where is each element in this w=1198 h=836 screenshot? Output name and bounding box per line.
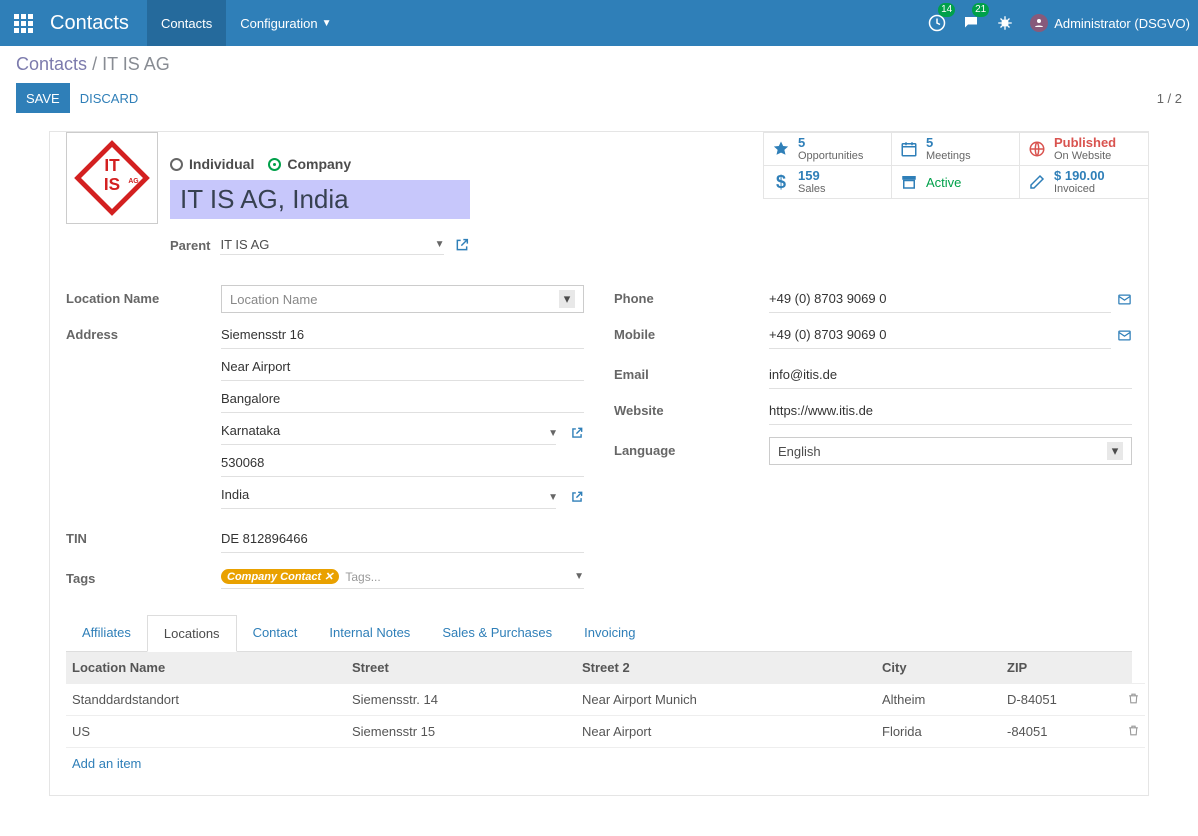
chevron-down-icon: ▾ xyxy=(559,290,575,308)
delete-row-button[interactable] xyxy=(1121,684,1145,716)
form-sheet: IT IS AG Individual Company IT IS AG, In… xyxy=(49,131,1149,796)
tab-internal-notes[interactable]: Internal Notes xyxy=(313,615,426,651)
label-phone: Phone xyxy=(614,285,769,306)
globe-icon xyxy=(1028,140,1046,158)
th-city[interactable]: City xyxy=(876,652,1001,684)
external-link-icon[interactable] xyxy=(570,426,584,440)
user-menu[interactable]: Administrator (DSGVO) xyxy=(1022,0,1198,46)
add-item-link[interactable]: Add an item xyxy=(66,748,1132,779)
debug-button[interactable] xyxy=(988,0,1022,46)
email-input[interactable] xyxy=(769,361,1132,389)
parent-label: Parent xyxy=(170,238,210,253)
company-name-input[interactable]: IT IS AG, India xyxy=(170,180,470,219)
radio-icon xyxy=(268,158,281,171)
stat-published[interactable]: PublishedOn Website xyxy=(1020,132,1148,165)
breadcrumb-root[interactable]: Contacts xyxy=(16,54,87,74)
company-image[interactable]: IT IS AG xyxy=(66,132,158,224)
save-button[interactable]: SAVE xyxy=(16,83,70,113)
bug-icon xyxy=(996,14,1014,32)
radio-company[interactable]: Company xyxy=(268,156,351,172)
svg-text:IS: IS xyxy=(104,174,120,194)
action-row: SAVE DISCARD 1 / 2 xyxy=(0,75,1198,125)
th-street[interactable]: Street xyxy=(346,652,576,684)
close-icon[interactable]: ✕ xyxy=(324,570,333,583)
tab-sales-purchases[interactable]: Sales & Purchases xyxy=(426,615,568,651)
breadcrumb: Contacts / IT IS AG xyxy=(16,54,170,75)
label-email: Email xyxy=(614,361,769,382)
app-title: Contacts xyxy=(46,12,147,35)
discuss-button[interactable]: 21 xyxy=(954,0,988,46)
stat-buttons: 5Opportunities 5Meetings PublishedOn Web… xyxy=(763,132,1148,199)
tab-invoicing[interactable]: Invoicing xyxy=(568,615,651,651)
label-mobile: Mobile xyxy=(614,321,769,342)
tin-input[interactable] xyxy=(221,525,584,553)
label-tags: Tags xyxy=(66,565,221,586)
calendar-icon xyxy=(900,140,918,158)
edit-icon xyxy=(1028,173,1046,191)
avatar-icon xyxy=(1030,14,1048,32)
apps-launcher[interactable] xyxy=(0,0,46,46)
th-location-name[interactable]: Location Name xyxy=(66,652,346,684)
nav-contacts[interactable]: Contacts xyxy=(147,0,226,46)
svg-text:AG: AG xyxy=(128,178,138,185)
locations-table: Location Name Street Street 2 City ZIP S… xyxy=(66,652,1132,779)
navbar: Contacts Contacts Configuration ▼ 14 21 … xyxy=(0,0,1198,46)
sms-icon[interactable] xyxy=(1117,292,1132,307)
table-row[interactable]: Standdardstandort Siemensstr. 14 Near Ai… xyxy=(66,684,1132,716)
stat-invoiced[interactable]: $ 190.00Invoiced xyxy=(1020,165,1148,198)
label-address: Address xyxy=(66,321,221,342)
svg-text:IT: IT xyxy=(104,155,120,175)
tags-input[interactable]: Company Contact ✕ Tags... ▼ xyxy=(221,565,584,589)
stat-active[interactable]: Active xyxy=(892,165,1020,198)
tab-contact[interactable]: Contact xyxy=(237,615,314,651)
breadcrumb-current: IT IS AG xyxy=(102,54,170,74)
radio-icon xyxy=(170,158,183,171)
label-location-name: Location Name xyxy=(66,285,221,306)
external-link-icon[interactable] xyxy=(454,237,470,253)
street2-input[interactable] xyxy=(221,353,584,381)
stat-sales[interactable]: $ 159Sales xyxy=(764,165,892,198)
discard-button[interactable]: DISCARD xyxy=(70,83,149,113)
label-language: Language xyxy=(614,437,769,458)
control-bar: Contacts / IT IS AG xyxy=(0,46,1198,75)
table-row[interactable]: US Siemensstr 15 Near Airport Florida -8… xyxy=(66,716,1132,748)
notebook-tabs: Affiliates Locations Contact Internal No… xyxy=(66,615,1132,652)
star-icon xyxy=(772,140,790,158)
stat-meetings[interactable]: 5Meetings xyxy=(892,132,1020,165)
state-select[interactable] xyxy=(221,417,556,445)
chevron-down-icon: ▼ xyxy=(435,239,445,250)
stat-opportunities[interactable]: 5Opportunities xyxy=(764,132,892,165)
parent-select[interactable]: IT IS AG ▼ xyxy=(220,235,444,255)
country-select[interactable] xyxy=(221,481,556,509)
delete-row-button[interactable] xyxy=(1121,716,1145,748)
language-select[interactable]: English ▾ xyxy=(769,437,1132,465)
location-name-select[interactable]: Location Name ▾ xyxy=(221,285,584,313)
street-input[interactable] xyxy=(221,321,584,349)
label-tin: TIN xyxy=(66,525,221,546)
nav-configuration[interactable]: Configuration ▼ xyxy=(226,0,345,46)
tag-company-contact[interactable]: Company Contact ✕ xyxy=(221,569,339,584)
label-website: Website xyxy=(614,397,769,418)
tab-locations[interactable]: Locations xyxy=(147,615,237,652)
sms-icon[interactable] xyxy=(1117,328,1132,343)
logo-icon: IT IS AG xyxy=(69,135,155,221)
th-street2[interactable]: Street 2 xyxy=(576,652,876,684)
archive-icon xyxy=(900,173,918,191)
activities-button[interactable]: 14 xyxy=(920,0,954,46)
dollar-icon: $ xyxy=(772,172,790,193)
radio-individual[interactable]: Individual xyxy=(170,156,254,172)
th-zip[interactable]: ZIP xyxy=(1001,652,1121,684)
chevron-down-icon: ▾ xyxy=(1107,442,1123,460)
website-input[interactable] xyxy=(769,397,1132,425)
city-input[interactable] xyxy=(221,385,584,413)
external-link-icon[interactable] xyxy=(570,490,584,504)
chevron-down-icon: ▼ xyxy=(574,571,584,582)
tab-affiliates[interactable]: Affiliates xyxy=(66,615,147,651)
mobile-input[interactable] xyxy=(769,321,1111,349)
phone-input[interactable] xyxy=(769,285,1111,313)
pager[interactable]: 1 / 2 xyxy=(1157,91,1182,106)
chevron-down-icon: ▼ xyxy=(322,18,332,29)
zip-input[interactable] xyxy=(221,449,584,477)
apps-icon xyxy=(13,13,34,34)
